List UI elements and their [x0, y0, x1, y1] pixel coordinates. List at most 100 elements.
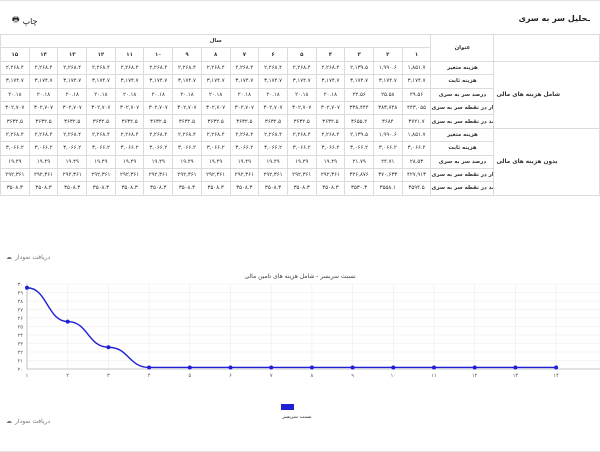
- value-cell: ۲,۲۶۸.۴: [0, 60, 30, 76]
- value-cell: ۳۵۵۸.۱: [372, 181, 403, 196]
- data-point: [187, 365, 192, 370]
- value-cell: ۳,۰۶۶.۲: [28, 141, 59, 156]
- value-cell: ۳,۱۷۴.۷: [114, 74, 145, 89]
- value-cell: ۱۹.۴۹: [143, 154, 174, 169]
- value-cell: ۲۴.۷۱: [372, 154, 403, 169]
- value-cell: ۳,۱۷۴.۷: [143, 74, 174, 89]
- value-cell: ۲,۲۶۸.۴: [229, 60, 260, 76]
- value-cell: ۳,۰۶۶.۲: [286, 141, 317, 156]
- value-cell: ۲,۲۶۸.۴: [315, 60, 346, 76]
- value-cell: ۲,۲۶۸.۴: [143, 60, 174, 76]
- row-label: هزینه متغیر: [430, 127, 495, 143]
- value-cell: ۲,۲۶۸.۴: [229, 127, 260, 143]
- y-tick-label: ۲۵: [18, 325, 24, 331]
- value-cell: ۳,۱۷۴.۷: [258, 74, 288, 89]
- y-tick-label: ۲۳: [18, 342, 24, 348]
- x-tick-label: ۴: [148, 373, 151, 379]
- value-cell: ۳۶۳۲.۵: [172, 114, 202, 129]
- value-cell: ۳۵۳۰.۳: [344, 181, 374, 196]
- x-tick-label: ۱۳: [513, 373, 519, 379]
- value-cell: ۱۹.۴۹: [57, 154, 88, 169]
- value-cell: ۳۶۳۲.۵: [57, 114, 88, 129]
- x-tick-label: ۹: [351, 373, 354, 379]
- year-cell: ۶: [258, 47, 288, 62]
- value-cell: ۳۶۳۲.۵: [143, 114, 174, 129]
- value-cell: ۱۹.۴۹: [172, 154, 202, 169]
- value-cell: ۱۹.۴۹: [315, 154, 346, 169]
- value-cell: ۳۰۲,۷۰۷: [229, 100, 260, 116]
- printer-icon: 🖶: [12, 15, 20, 24]
- x-tick-label: ۳: [107, 373, 110, 379]
- data-point: [472, 365, 477, 370]
- value-cell: ۲,۱۳۹.۵: [344, 60, 374, 76]
- download-chart-button-bottom[interactable]: ☁ دریافت نمودار: [6, 418, 50, 425]
- value-cell: ۳,۰۶۶.۲: [143, 141, 174, 156]
- value-cell: ۲۰.۱۸: [86, 87, 116, 102]
- value-cell: ۱,۸۵۱.۷: [401, 127, 432, 143]
- chart-svg: نسبت سربسر - شامل هزینه های تامین مالی ۲۰…: [18, 273, 600, 420]
- row-label: درآمد در نقطه سر به سری: [430, 181, 495, 196]
- row-label: هزینه ثابت: [430, 74, 495, 89]
- value-cell: ۲۰.۱۸: [0, 87, 30, 102]
- row-label: هزینه ثابت: [430, 141, 495, 156]
- value-cell: ۳۰۲,۷۰۷: [0, 100, 30, 116]
- value-cell: ۲۹.۵۶: [401, 87, 432, 102]
- data-point: [65, 319, 70, 324]
- value-cell: ۲۰.۱۸: [57, 87, 88, 102]
- value-cell: ۱۹.۴۹: [229, 154, 260, 169]
- value-cell: ۱۹.۴۹: [200, 154, 231, 169]
- value-cell: ۱۹.۴۹: [286, 154, 317, 169]
- x-tick-label: ۸: [311, 373, 314, 379]
- value-cell: ۳,۰۶۶.۲: [172, 141, 202, 156]
- year-cell: ۱۵: [0, 47, 30, 62]
- value-cell: ۲,۲۶۸.۴: [315, 127, 346, 143]
- value-cell: ۳۰۲,۷۰۷: [143, 100, 174, 116]
- value-cell: ۳۰۲,۷۰۷: [200, 100, 231, 116]
- y-tick-label: ۲۴: [18, 333, 24, 339]
- value-cell: ۲,۲۶۸.۴: [86, 127, 116, 143]
- value-cell: ۳۵۰۸.۳: [229, 181, 260, 196]
- download-chart-button-top[interactable]: ☁ دریافت نمودار: [6, 254, 50, 261]
- value-cell: ۱۹.۴۹: [114, 154, 145, 169]
- cloud-download-icon: ☁: [6, 254, 12, 261]
- value-cell: ۱۹.۴۹: [258, 154, 288, 169]
- y-tick-label: ۲۲: [18, 350, 24, 356]
- value-cell: ۳۶۸۴: [372, 114, 403, 129]
- row-label: هزینه متغیر: [430, 60, 495, 76]
- value-cell: ۳,۰۶۶.۲: [401, 141, 432, 156]
- value-cell: ۳۰۲,۷۰۷: [86, 100, 116, 116]
- value-cell: ۲۹۲,۳۶۱: [143, 167, 174, 183]
- value-cell: ۲,۲۶۸.۴: [57, 127, 88, 143]
- x-tick-label: ۲: [66, 373, 69, 379]
- value-cell: ۳۵۰۸.۳: [86, 181, 116, 196]
- legend-label: نسبت سربسر: [281, 414, 311, 420]
- y-tick-label: ۲۷: [18, 308, 24, 314]
- value-cell: ۳۶۳۲.۵: [258, 114, 288, 129]
- row-label: درصد سر به سری: [430, 154, 495, 169]
- value-cell: ۳۶۵۵.۲: [344, 114, 374, 129]
- value-cell: ۳,۰۶۶.۲: [0, 141, 30, 156]
- value-cell: ۲۹۲,۳۶۱: [172, 167, 202, 183]
- data-point: [269, 365, 274, 370]
- value-cell: ۳,۰۶۶.۲: [86, 141, 116, 156]
- value-cell: ۴۲۷,۹۱۳: [401, 167, 432, 183]
- value-cell: ۳,۱۷۴.۷: [315, 74, 346, 89]
- value-cell: ۳۷۲۱.۷: [401, 114, 432, 129]
- value-cell: ۲۹۲,۳۶۱: [229, 167, 260, 183]
- year-cell: ۱۳: [57, 47, 88, 62]
- value-cell: ۳,۱۷۴.۷: [344, 74, 374, 89]
- y-tick-label: ۲۹: [18, 291, 24, 297]
- value-cell: ۳,۰۶۶.۲: [258, 141, 288, 156]
- break-even-table: سال عنوان ۱۵ ۱۴ ۱۳ ۱۲ ۱۱ ۱۰ ۹ ۸ ۷ ۶ ۵ ۴ ۳ ۲ ۱ ۲,۲۶۸.۴ ۲,۲۶…: [0, 33, 600, 196]
- value-cell: ۲۹۲,۳۶۱: [28, 167, 59, 183]
- value-cell: ۲۰.۱۸: [172, 87, 202, 102]
- value-cell: ۳,۱۷۴.۷: [401, 74, 432, 89]
- series-line: [26, 287, 557, 369]
- value-cell: ۲۰.۱۸: [28, 87, 59, 102]
- x-tick-label: ۶: [229, 373, 232, 379]
- print-button[interactable]: 🖶 چاپ: [12, 14, 37, 28]
- value-cell: ۳,۰۶۶.۲: [315, 141, 346, 156]
- value-cell: ۲,۲۶۸.۴: [172, 60, 202, 76]
- x-tick-label: ۱۱: [431, 373, 436, 379]
- value-cell: ۲,۲۶۸.۴: [172, 127, 202, 143]
